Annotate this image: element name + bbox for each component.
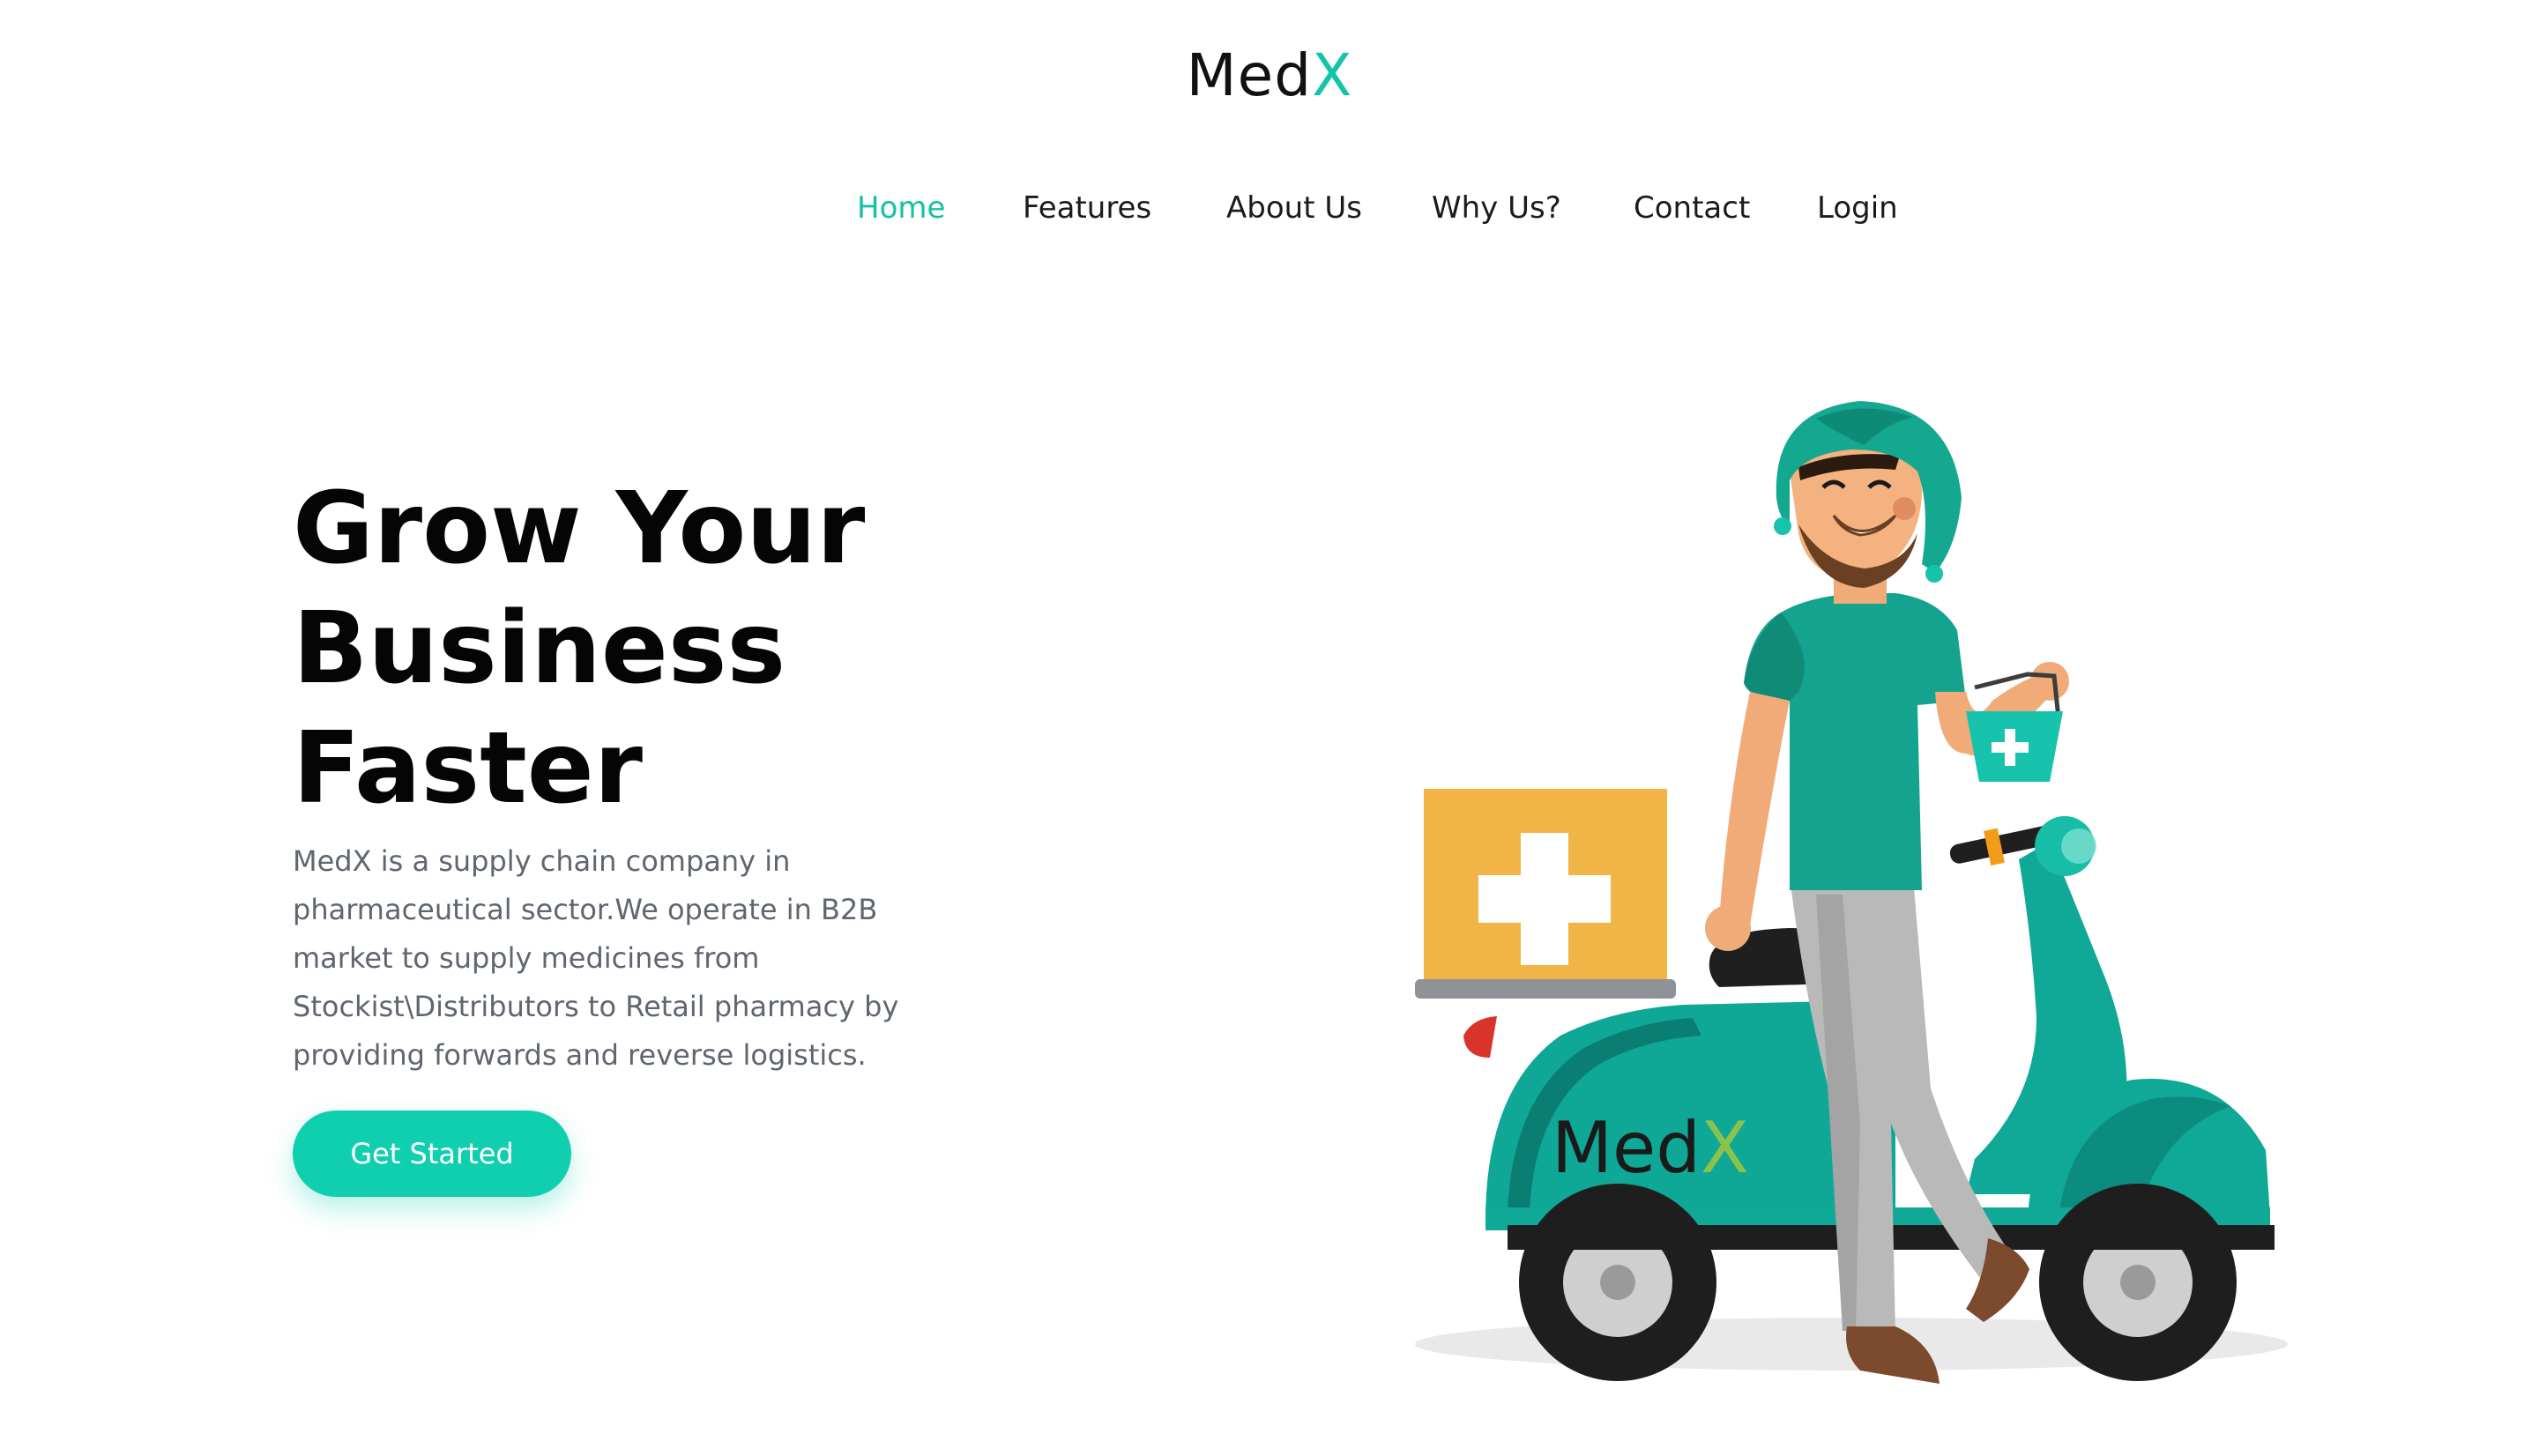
landing-page: MedX Home Features About Us Why Us? Cont… xyxy=(0,0,2539,1456)
hero-description: MedX is a supply chain company in pharma… xyxy=(293,844,899,1072)
site-logo[interactable]: MedX xyxy=(0,39,2539,113)
front-wheel xyxy=(2039,1184,2237,1381)
scooter-logo-prefix: Med xyxy=(1552,1107,1701,1189)
nav-login-link[interactable]: Login xyxy=(1817,183,1898,233)
nav-features-link[interactable]: Features xyxy=(1023,183,1151,233)
svg-text:MedX: MedX xyxy=(1552,1107,1749,1189)
hero-title-line-1: Grow Your xyxy=(293,472,866,586)
medicine-box-icon xyxy=(1415,789,1676,999)
hero-title-line-2: Business xyxy=(293,591,786,706)
logo-text-prefix: Med xyxy=(1186,41,1313,109)
main-nav: Home Features About Us Why Us? Contact L… xyxy=(0,183,2539,233)
delivery-person-illustration: MedX xyxy=(1415,401,2288,1384)
nav-why-us-link[interactable]: Why Us? xyxy=(1432,183,1561,233)
scooter-logo-accent: X xyxy=(1701,1107,1749,1189)
nav-contact-link[interactable]: Contact xyxy=(1634,183,1750,233)
get-started-button[interactable]: Get Started xyxy=(293,1111,571,1197)
nav-about-us-link[interactable]: About Us xyxy=(1226,183,1362,233)
hero-title-line-3: Faster xyxy=(293,711,643,826)
rear-wheel xyxy=(1519,1184,1716,1381)
hero-title: Grow Your Business Faster xyxy=(293,469,1086,828)
nav-home-link[interactable]: Home xyxy=(857,183,945,233)
logo-text-accent: X xyxy=(1312,41,1353,109)
